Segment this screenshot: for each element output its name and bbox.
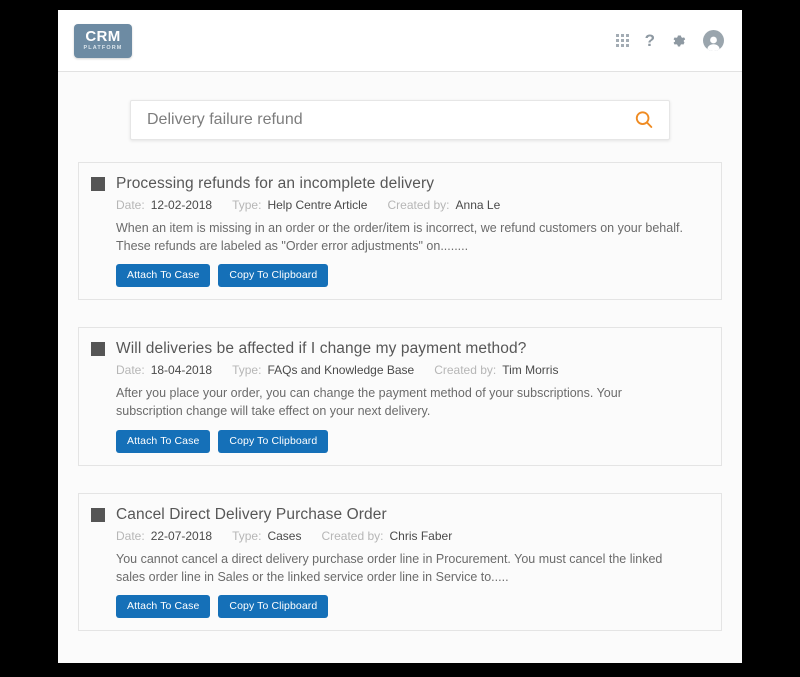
app-window: CRM PLATFORM ? Delivery failure refund P…	[58, 10, 742, 663]
result-description: When an item is missing in an order or t…	[116, 221, 683, 254]
result-title[interactable]: Will deliveries be affected if I change …	[116, 340, 526, 358]
attach-to-case-button[interactable]: Attach To Case	[116, 594, 211, 618]
search-button[interactable]	[633, 109, 655, 131]
gear-icon[interactable]	[671, 33, 687, 49]
created-by-label: Created by:	[387, 198, 450, 212]
created-by-value: Tim Morris	[502, 363, 559, 378]
created-by-value: Anna Le	[455, 198, 501, 212]
type-value: Cases	[267, 528, 302, 543]
date-label: Date:	[116, 528, 145, 543]
result-meta: Date: 12-02-2018 Type: Help Centre Artic…	[116, 198, 707, 212]
result-actions: Attach To Case Copy To Clipboard	[116, 264, 707, 288]
result-meta: Date: 22-07-2018 Type: Cases Created by:…	[116, 529, 707, 543]
logo-title: CRM	[85, 28, 121, 46]
type-label: Type:	[232, 363, 262, 378]
search-input[interactable]	[147, 111, 633, 129]
header-icon-group: ?	[615, 30, 724, 51]
result-header: Processing refunds for an incomplete del…	[91, 175, 707, 193]
result-header: Will deliveries be affected if I change …	[91, 340, 707, 358]
created-by-label: Created by:	[434, 363, 497, 378]
copy-to-clipboard-button[interactable]: Copy To Clipboard	[218, 264, 329, 288]
type-value: FAQs and Knowledge Base	[267, 363, 415, 378]
type-label: Type:	[232, 198, 262, 212]
date-value: 22-07-2018	[150, 528, 213, 543]
date-value: 18-04-2018	[150, 363, 213, 378]
result-description: After you place your order, you can chan…	[116, 386, 622, 419]
search-section	[58, 72, 742, 162]
apps-grid-icon[interactable]	[615, 34, 629, 47]
result-title[interactable]: Cancel Direct Delivery Purchase Order	[116, 506, 387, 524]
search-box[interactable]	[130, 100, 670, 140]
document-icon	[91, 177, 105, 191]
result-header: Cancel Direct Delivery Purchase Order	[91, 506, 707, 524]
document-icon	[91, 507, 105, 522]
document-icon	[91, 342, 105, 357]
type-value: Help Centre Article	[267, 198, 368, 212]
copy-to-clipboard-button[interactable]: Copy To Clipboard	[218, 429, 329, 453]
result-description: You cannot cancel a direct delivery purc…	[116, 551, 663, 584]
help-icon[interactable]: ?	[645, 32, 655, 49]
result-title[interactable]: Processing refunds for an incomplete del…	[116, 175, 434, 193]
app-header: CRM PLATFORM ?	[58, 10, 742, 72]
attach-to-case-button[interactable]: Attach To Case	[116, 264, 211, 288]
date-label: Date:	[116, 363, 145, 378]
content-area: Processing refunds for an incomplete del…	[58, 72, 742, 663]
result-card[interactable]: Will deliveries be affected if I change …	[78, 327, 722, 466]
results-list: Processing refunds for an incomplete del…	[58, 162, 742, 631]
logo-subtitle: PLATFORM	[83, 45, 123, 52]
search-icon	[635, 111, 653, 128]
crm-logo[interactable]: CRM PLATFORM	[74, 23, 132, 58]
avatar-icon[interactable]	[703, 30, 724, 51]
type-label: Type:	[232, 528, 262, 543]
result-actions: Attach To Case Copy To Clipboard	[116, 594, 707, 618]
created-by-value: Chris Faber	[389, 528, 453, 543]
date-value: 12-02-2018	[150, 198, 213, 212]
created-by-label: Created by:	[321, 528, 384, 543]
result-card[interactable]: Processing refunds for an incomplete del…	[78, 162, 722, 301]
result-card[interactable]: Cancel Direct Delivery Purchase Order Da…	[78, 492, 722, 631]
result-meta: Date: 18-04-2018 Type: FAQs and Knowledg…	[116, 363, 707, 377]
result-actions: Attach To Case Copy To Clipboard	[116, 429, 707, 453]
attach-to-case-button[interactable]: Attach To Case	[116, 429, 211, 453]
copy-to-clipboard-button[interactable]: Copy To Clipboard	[218, 594, 329, 618]
date-label: Date:	[116, 198, 145, 212]
